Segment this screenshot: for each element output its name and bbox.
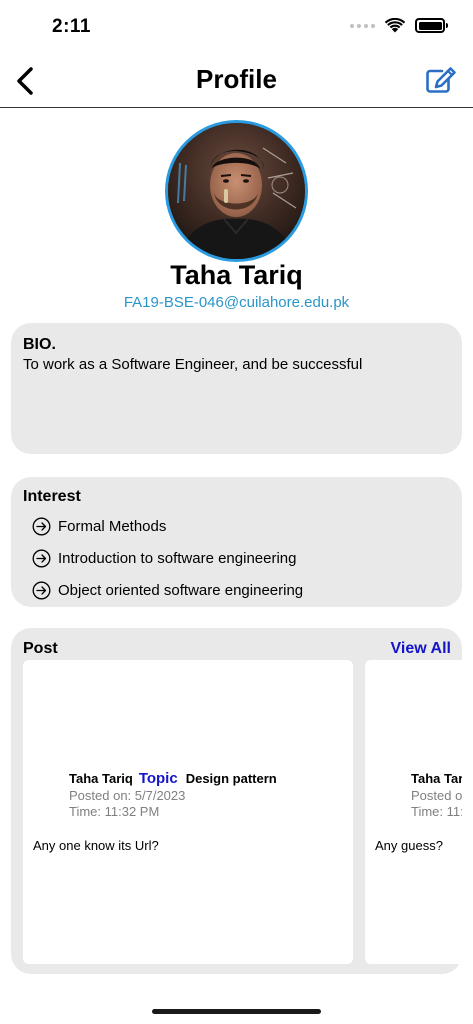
edit-profile-button[interactable]	[423, 64, 459, 96]
status-bar: 2:11	[0, 0, 473, 54]
status-time: 2:11	[52, 16, 91, 37]
post-meta: Taha Tariq Topic Design pattern Posted o…	[69, 770, 277, 819]
post-header-row: Taha Tariq Topic	[411, 770, 462, 787]
bio-card: BIO. To work as a Software Engineer, and…	[11, 323, 462, 454]
post-author: Taha Tariq	[69, 771, 133, 786]
post-date: Posted on:	[411, 788, 462, 803]
arrow-circle-right-icon	[32, 517, 51, 536]
post-time: Time: 11:32 PM	[411, 804, 462, 819]
battery-icon	[415, 18, 448, 33]
post-section-title: Post	[23, 640, 58, 657]
interest-card: Interest Formal Methods Introduction to …	[11, 477, 462, 607]
interest-list: Formal Methods Introduction to software …	[23, 510, 450, 606]
navigation-bar: Profile	[0, 56, 473, 108]
interest-label: Formal Methods	[58, 517, 167, 535]
post-author: Taha Tariq	[411, 771, 462, 786]
profile-email[interactable]: FA19-BSE-046@cuilahore.edu.pk	[0, 294, 473, 311]
interest-label: Object oriented software engineering	[58, 581, 304, 599]
page-title: Profile	[196, 64, 277, 94]
post-time: Time: 11:32 PM	[69, 804, 160, 819]
profile-name: Taha Tariq	[170, 260, 303, 290]
post-meta: Taha Tariq Topic Posted on: Time: 11:32 …	[411, 770, 462, 819]
post-body: Any one know its Url?	[33, 838, 159, 853]
wifi-icon	[385, 18, 405, 33]
post-card: Post View All Taha Tariq Topic Design pa…	[11, 628, 462, 974]
post-item[interactable]: Taha Tariq Topic Posted on: Time: 11:32 …	[365, 660, 462, 964]
post-date: Posted on: 5/7/2023	[69, 788, 186, 803]
bio-title: BIO.	[23, 336, 56, 353]
bio-text: To work as a Software Engineer, and be s…	[23, 356, 363, 373]
profile-photo	[168, 123, 305, 259]
arrow-circle-right-icon	[32, 581, 51, 600]
topic-label: Topic	[138, 770, 178, 787]
interest-label: Introduction to software engineering	[58, 549, 297, 567]
arrow-circle-right-icon	[32, 549, 51, 568]
interest-item[interactable]: Object oriented software engineering	[23, 574, 450, 606]
post-body: Any guess?	[375, 838, 443, 853]
view-all-link[interactable]: View All	[391, 640, 451, 658]
cellular-signal-icon	[350, 23, 375, 28]
avatar	[165, 120, 308, 262]
post-header-row: Taha Tariq Topic Design pattern	[69, 770, 277, 787]
home-indicator[interactable]	[152, 1009, 321, 1014]
edit-pencil-icon	[426, 67, 456, 93]
post-item[interactable]: Taha Tariq Topic Design pattern Posted o…	[23, 660, 353, 964]
interest-title: Interest	[23, 488, 81, 505]
interest-item[interactable]: Introduction to software engineering	[23, 542, 450, 574]
status-icons	[350, 18, 448, 33]
post-topic: Design pattern	[185, 771, 277, 786]
interest-item[interactable]: Formal Methods	[23, 510, 450, 542]
